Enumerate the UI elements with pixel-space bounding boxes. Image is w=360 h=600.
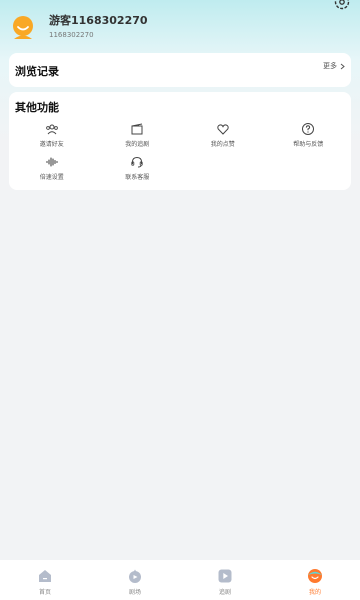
feature-speed-settings[interactable]: 倍速设置: [9, 155, 95, 181]
feature-contact-support[interactable]: 联系客服: [95, 155, 181, 181]
more-button[interactable]: 更多: [323, 61, 345, 71]
feature-label: 联系客服: [125, 174, 150, 181]
other-features-card: 其他功能 邀请好友 我的追剧 我的点赞 帮助与反馈 倍速设置 联系客服: [9, 92, 351, 190]
user-profile[interactable]: 游客1168302270 1168302270: [10, 14, 148, 41]
feature-label: 我的点赞: [210, 141, 235, 148]
feature-my-series[interactable]: 我的追剧: [95, 122, 181, 148]
feature-label: 帮助与反馈: [293, 141, 324, 148]
profile-icon: [308, 569, 322, 583]
tab-mine[interactable]: 我的: [270, 560, 360, 600]
more-label: 更多: [323, 62, 337, 70]
invite-friends-icon: [45, 124, 58, 135]
tab-label: 剧场: [128, 589, 141, 596]
features-grid: 邀请好友 我的追剧 我的点赞 帮助与反馈 倍速设置 联系客服: [9, 122, 351, 181]
tab-label: 我的: [308, 589, 321, 596]
my-series-icon: [131, 123, 143, 135]
feature-my-likes[interactable]: 我的点赞: [180, 122, 266, 148]
theater-icon: [129, 569, 141, 583]
avatar[interactable]: [10, 15, 36, 41]
username: 游客1168302270: [49, 14, 148, 27]
bottom-tab-bar: 首页 剧场 追剧 我的: [0, 560, 360, 600]
tab-home[interactable]: 首页: [0, 560, 90, 600]
feature-label: 我的追剧: [125, 141, 150, 148]
tab-series[interactable]: 追剧: [180, 560, 270, 600]
other-features-title: 其他功能: [15, 101, 59, 114]
tab-label: 追剧: [218, 589, 231, 596]
tab-theater[interactable]: 剧场: [90, 560, 180, 600]
tab-label: 首页: [38, 589, 51, 596]
settings-icon[interactable]: [334, 0, 350, 10]
headset-icon: [131, 156, 143, 168]
browse-history-card[interactable]: 浏览记录 更多: [9, 53, 351, 87]
chevron-right-icon: [340, 63, 345, 69]
speed-icon: [46, 157, 58, 167]
feature-help-feedback[interactable]: 帮助与反馈: [266, 122, 352, 148]
user-id: 1168302270: [49, 31, 94, 39]
feature-label: 邀请好友: [39, 141, 64, 148]
heart-icon: [217, 124, 229, 135]
help-icon: [302, 123, 315, 135]
feature-label: 倍速设置: [39, 174, 64, 181]
feature-invite-friends[interactable]: 邀请好友: [9, 122, 95, 148]
browse-history-title: 浏览记录: [15, 65, 59, 78]
play-icon: [218, 569, 232, 583]
home-icon: [39, 570, 51, 582]
